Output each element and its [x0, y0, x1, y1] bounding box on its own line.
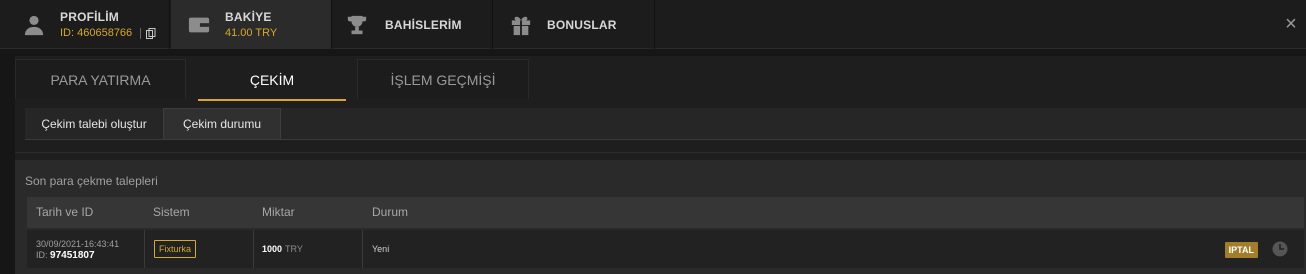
- gift-icon: [509, 13, 533, 37]
- table-row: 30/09/2021-16:43:41 ID: 97451807 Fixturk…: [27, 230, 1304, 268]
- close-icon[interactable]: ×: [1282, 14, 1300, 34]
- section-title: Son para çekme talepleri: [25, 174, 158, 188]
- create-withdraw-request-button[interactable]: Çekim talebi oluştur: [29, 108, 159, 140]
- wallet-icon: [187, 13, 211, 37]
- tab-withdraw[interactable]: ÇEKİM: [197, 59, 347, 101]
- tab-profile-label: PROFİLİM: [60, 10, 119, 24]
- active-tab-underline: [198, 99, 346, 101]
- divider: [15, 152, 1306, 153]
- col-system: Sistem: [153, 205, 190, 219]
- amount-value: 1000: [262, 244, 283, 254]
- tab-withdraw-label: ÇEKİM: [249, 71, 295, 88]
- amount-cell: 1000 TRY: [254, 230, 363, 268]
- status-text: Yeni: [372, 244, 390, 254]
- tab-my-bets[interactable]: BAHİSLERİM: [333, 0, 493, 49]
- tab-transaction-history[interactable]: İŞLEM GEÇMİŞİ: [357, 59, 529, 99]
- system-cell: Fixturka: [145, 230, 254, 268]
- table-header: Tarih ve ID Sistem Miktar Durum: [27, 197, 1304, 228]
- col-amount: Miktar: [262, 205, 295, 219]
- date-id-cell: 30/09/2021-16:43:41 ID: 97451807: [27, 230, 145, 268]
- clock-icon: [1272, 241, 1288, 257]
- status-cell: Yeni: [363, 230, 563, 268]
- copy-icon[interactable]: [140, 27, 156, 39]
- col-status: Durum: [372, 205, 409, 219]
- amount-currency: TRY: [285, 244, 303, 254]
- col-date-id: Tarih ve ID: [36, 205, 94, 219]
- tab-deposit[interactable]: PARA YATIRMA: [15, 59, 186, 99]
- tab-my-bets-label: BAHİSLERİM: [385, 17, 462, 32]
- request-date: 30/09/2021-16:43:41: [36, 238, 120, 249]
- withdraw-requests-table: Tarih ve ID Sistem Miktar Durum 30/09/20…: [27, 197, 1304, 268]
- user-icon: [22, 13, 46, 37]
- account-header: PROFİLİM ID: 460658766 BAKİYE 41.00 TRY …: [0, 0, 1306, 49]
- withdraw-actions: Çekim talebi oluştur Çekim durumu: [25, 108, 1306, 140]
- system-badge: Fixturka: [154, 240, 197, 258]
- withdraw-status-button[interactable]: Çekim durumu: [163, 108, 281, 140]
- user-id: ID: 460658766: [60, 27, 133, 39]
- withdraw-panel: PARA YATIRMA ÇEKİM İŞLEM GEÇMİŞİ Çekim t…: [15, 56, 1306, 274]
- tab-balance[interactable]: BAKİYE 41.00 TRY: [171, 0, 332, 49]
- withdraw-requests-section: Son para çekme talepleri Tarih ve ID Sis…: [15, 160, 1306, 274]
- tab-profile[interactable]: PROFİLİM ID: 460658766: [8, 0, 170, 49]
- cancel-request-button[interactable]: IPTAL: [1224, 242, 1258, 258]
- trophy-icon: [345, 13, 369, 37]
- balance-amount: 41.00 TRY: [225, 27, 278, 39]
- tab-bonuses-label: BONUSLAR: [547, 17, 617, 32]
- tab-bonuses[interactable]: BONUSLAR: [494, 0, 655, 49]
- tab-balance-label: BAKİYE: [225, 10, 272, 24]
- id-label: ID:: [36, 249, 48, 260]
- request-id: 97451807: [50, 249, 95, 261]
